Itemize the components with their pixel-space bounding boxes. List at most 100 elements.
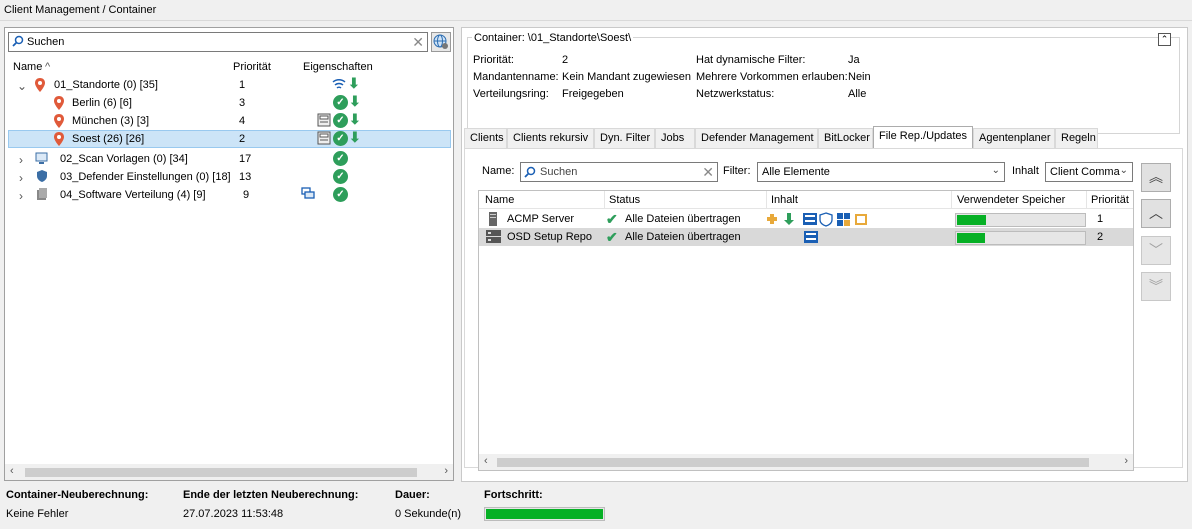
repo-table: Name Status Inhalt Verwendeter Speicher …: [478, 190, 1134, 471]
move-up-button[interactable]: ︿: [1141, 199, 1171, 228]
tree-label: Soest (26) [26]: [72, 133, 145, 145]
location-pin-icon: [54, 96, 64, 110]
chevron-right-icon[interactable]: ›: [19, 171, 23, 185]
chevron-down-icon[interactable]: ⌄: [17, 79, 27, 93]
sort-asc-icon: ^: [45, 61, 51, 73]
move-down-button[interactable]: ﹀: [1141, 236, 1171, 265]
tree-priority: 9: [243, 189, 250, 201]
footer-duration-value: 0 Sekunde(n): [395, 508, 462, 520]
window-title: Client Management / Container: [0, 0, 1192, 21]
repo-prio: 1: [1097, 213, 1104, 225]
tree-row-soest[interactable]: Soest (26) [26] 2 ✓ ⬇: [8, 130, 451, 148]
scroll-thumb[interactable]: [25, 468, 417, 477]
filter-value: Alle Elemente: [762, 166, 830, 178]
field-value: Ja: [848, 54, 860, 66]
footer-heading-recalc: Container-Neuberechnung:: [6, 489, 149, 501]
tab-file-rep-updates[interactable]: File Rep./Updates: [873, 126, 973, 148]
download-icon: ⬇: [348, 75, 360, 91]
globe-settings-button[interactable]: [431, 32, 451, 52]
tab-agentenplaner[interactable]: Agentenplaner: [973, 128, 1055, 148]
check-icon: ✓: [333, 113, 348, 128]
scroll-thumb[interactable]: [497, 458, 1089, 467]
double-chevron-down-icon: ︾: [1149, 278, 1163, 294]
tab-defender-management[interactable]: Defender Management: [695, 128, 818, 148]
tab-clients[interactable]: Clients: [464, 128, 507, 148]
check-icon: ✓: [333, 131, 348, 146]
scroll-right-icon[interactable]: ›: [1124, 455, 1128, 467]
server-icon: [489, 212, 497, 226]
chevron-up-icon: ︿: [1149, 205, 1163, 221]
calculator-icon: [317, 131, 331, 145]
tree-search-input[interactable]: Suchen ✕: [8, 32, 428, 52]
chevron-right-icon[interactable]: ›: [19, 189, 23, 203]
col-name[interactable]: Name: [485, 194, 514, 206]
scroll-left-icon[interactable]: ‹: [484, 455, 488, 467]
field-value: Kein Mandant zugewiesen: [562, 71, 692, 83]
move-bottom-button[interactable]: ︾: [1141, 272, 1171, 301]
tab-dyn-filter[interactable]: Dyn. Filter: [594, 128, 655, 148]
col-priority[interactable]: Priorität: [233, 61, 271, 73]
server-rack-icon: [486, 230, 501, 243]
chevron-right-icon[interactable]: ›: [19, 153, 23, 167]
tree-label: München (3) [3]: [72, 115, 150, 127]
tab-bitlocker[interactable]: BitLocker: [818, 128, 873, 148]
col-status[interactable]: Status: [609, 194, 640, 206]
download-icon: ⬇: [349, 129, 361, 145]
filter-label: Filter:: [723, 165, 751, 177]
status-footer: Container-Neuberechnung: Ende der letzte…: [0, 484, 1192, 529]
scroll-left-icon[interactable]: ‹: [10, 465, 14, 477]
tab-regeln[interactable]: Regeln: [1055, 128, 1098, 148]
tree-horizontal-scrollbar[interactable]: ‹ ›: [5, 464, 453, 480]
tree-row-software[interactable]: › 04_Software Verteilung (4) [9] 9 ✓: [8, 186, 451, 204]
repo-horizontal-scrollbar[interactable]: ‹ ›: [479, 454, 1133, 470]
field-label: Hat dynamische Filter:: [696, 54, 806, 66]
scroll-right-icon[interactable]: ›: [444, 465, 448, 477]
col-inhalt[interactable]: Inhalt: [771, 194, 798, 206]
clear-search-icon[interactable]: ✕: [702, 164, 714, 181]
clear-search-icon[interactable]: ✕: [412, 35, 424, 49]
file-rep-panel: Name: Suchen ✕ Filter: Alle Elemente ⌄ I…: [464, 148, 1183, 471]
check-icon: ✓: [333, 151, 348, 166]
col-speicher[interactable]: Verwendeter Speicher: [957, 194, 1065, 206]
tab-clients-rekursiv[interactable]: Clients rekursiv: [507, 128, 594, 148]
check-icon: ✓: [333, 187, 348, 202]
container-tree-pane: Suchen ✕ Name ^ Priorität Eigenschaften …: [4, 27, 454, 481]
container-path: Container: \01_Standorte\Soest\: [472, 32, 634, 44]
inhalt-select[interactable]: Client Comma ⌄: [1045, 162, 1133, 182]
field-label: Verteilungsring:: [473, 88, 549, 100]
field-label: Mehrere Vorkommen erlauben:: [696, 71, 848, 83]
storage-bar: [955, 213, 1086, 227]
tree-label: 01_Standorte (0) [35]: [54, 79, 158, 91]
footer-last-end-value: 27.07.2023 11:53:48: [183, 508, 284, 520]
tree-row-standorte[interactable]: ⌄ 01_Standorte (0) [35] 1 ⬇: [8, 76, 451, 94]
col-properties[interactable]: Eigenschaften: [303, 61, 373, 73]
footer-heading-progress: Fortschritt:: [484, 489, 543, 501]
repo-row-osd[interactable]: OSD Setup Repo ✔ Alle Dateien übertragen…: [479, 228, 1133, 246]
repo-row-acmp[interactable]: ACMP Server ✔ Alle Dateien übertragen 1: [479, 210, 1133, 228]
tab-jobs[interactable]: Jobs: [655, 128, 695, 148]
name-label: Name:: [482, 165, 515, 177]
col-name[interactable]: Name: [13, 61, 42, 73]
tree-row-scan-vorlagen[interactable]: › 02_Scan Vorlagen (0) [34] 17 ✓: [8, 150, 451, 168]
tree-priority: 13: [239, 171, 252, 183]
repo-table-header: Name Status Inhalt Verwendeter Speicher …: [479, 191, 1133, 209]
inhalt-value: Client Comma: [1050, 166, 1120, 178]
tree-row-defender[interactable]: › 03_Defender Einstellungen (0) [18] 13 …: [8, 168, 451, 186]
col-prio[interactable]: Priorität: [1091, 194, 1129, 206]
tree-row-berlin[interactable]: Berlin (6) [6] 3 ✓ ⬇: [8, 94, 451, 112]
shield-icon: [37, 170, 47, 182]
tree-label: Berlin (6) [6]: [72, 97, 132, 109]
collapse-icon[interactable]: ⌃: [1158, 33, 1171, 46]
calculator-icon: [317, 113, 331, 127]
storage-bar-fill: [957, 233, 985, 243]
move-top-button[interactable]: ︽: [1141, 163, 1171, 192]
location-pin-icon: [54, 114, 64, 128]
repo-status: Alle Dateien übertragen: [625, 231, 741, 243]
tree-header: Name ^ Priorität Eigenschaften: [5, 59, 453, 75]
repo-name: ACMP Server: [507, 213, 575, 225]
filerep-search-input[interactable]: Suchen ✕: [520, 162, 718, 182]
filter-select[interactable]: Alle Elemente ⌄: [757, 162, 1005, 182]
tree-priority: 3: [239, 97, 246, 109]
tree-priority: 17: [239, 153, 252, 165]
tree-row-muenchen[interactable]: München (3) [3] 4 ✓ ⬇: [8, 112, 451, 130]
